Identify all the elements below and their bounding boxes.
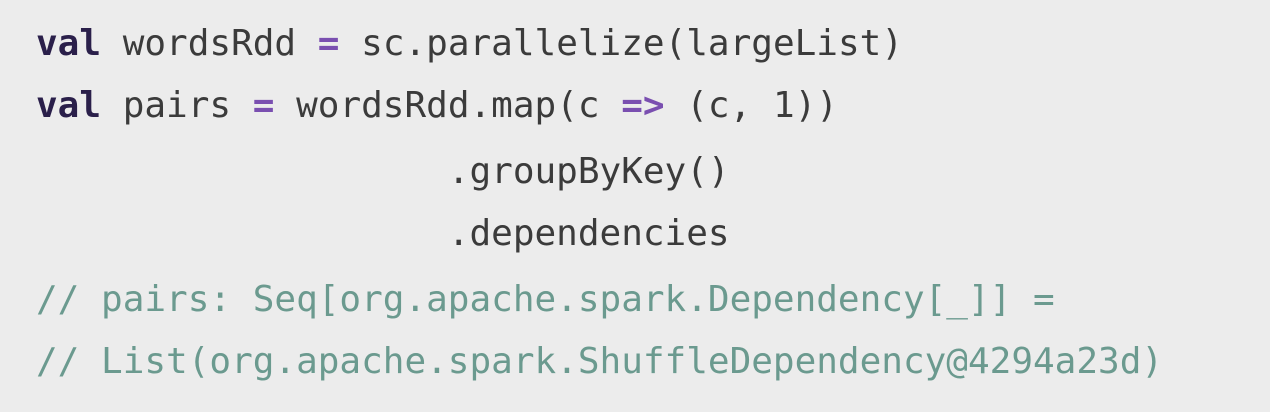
code-text: wordsRdd xyxy=(101,23,318,64)
code-text: .groupByKey() xyxy=(447,151,730,192)
keyword-val: val xyxy=(36,85,102,126)
code-line-3: .groupByKey() xyxy=(36,152,730,192)
code-line-1: val wordsRdd = sc.parallelize(largeList) xyxy=(36,24,903,64)
code-text: pairs xyxy=(101,85,253,126)
code-comment-line-2: // List(org.apache.spark.ShuffleDependen… xyxy=(36,341,1164,382)
keyword-val: val xyxy=(36,23,102,64)
operator-assign: = xyxy=(252,85,275,126)
code-text: wordsRdd.map(c xyxy=(274,85,622,126)
code-line-2: val pairs = wordsRdd.map(c => (c, 1)) xyxy=(36,86,838,126)
code-block: val wordsRdd = sc.parallelize(largeList)… xyxy=(0,0,1270,412)
code-comment-line-1: // pairs: Seq[org.apache.spark.Dependenc… xyxy=(36,279,1055,320)
operator-arrow: => xyxy=(621,85,665,126)
operator-assign: = xyxy=(317,23,340,64)
code-text: (c, 1)) xyxy=(664,85,838,126)
code-text: sc.parallelize(largeList) xyxy=(339,23,903,64)
code-line-4: .dependencies xyxy=(36,214,730,254)
code-text: .dependencies xyxy=(447,213,730,254)
